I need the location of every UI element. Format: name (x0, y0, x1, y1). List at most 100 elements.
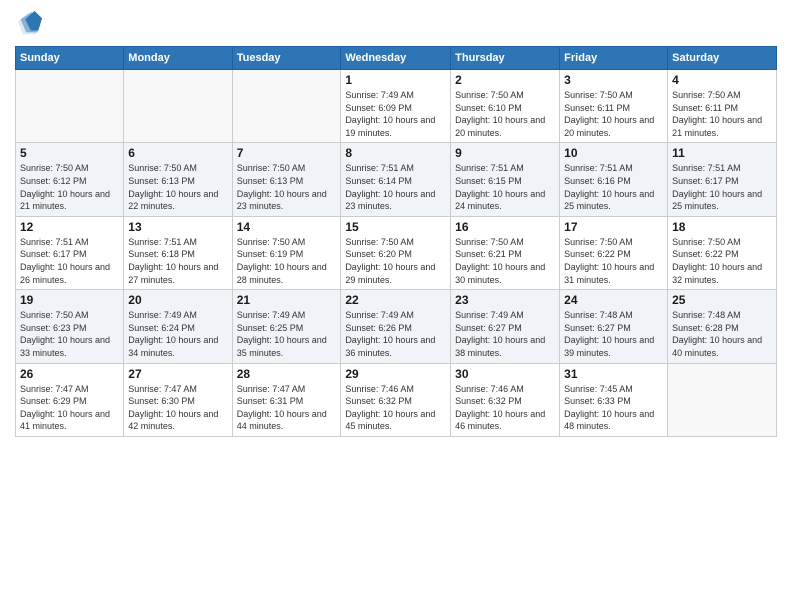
header-saturday: Saturday (668, 47, 777, 70)
day-number: 30 (455, 367, 555, 381)
day-info: Sunrise: 7:49 AMSunset: 6:25 PMDaylight:… (237, 309, 337, 359)
day-info: Sunrise: 7:50 AMSunset: 6:21 PMDaylight:… (455, 236, 555, 286)
day-number: 1 (345, 73, 446, 87)
day-info: Sunrise: 7:51 AMSunset: 6:14 PMDaylight:… (345, 162, 446, 212)
calendar-cell: 19 Sunrise: 7:50 AMSunset: 6:23 PMDayligh… (16, 290, 124, 363)
day-info: Sunrise: 7:51 AMSunset: 6:17 PMDaylight:… (20, 236, 119, 286)
day-number: 19 (20, 293, 119, 307)
day-number: 14 (237, 220, 337, 234)
day-number: 9 (455, 146, 555, 160)
calendar-page: Sunday Monday Tuesday Wednesday Thursday… (0, 0, 792, 612)
logo (15, 10, 47, 38)
day-info: Sunrise: 7:49 AMSunset: 6:09 PMDaylight:… (345, 89, 446, 139)
day-number: 5 (20, 146, 119, 160)
calendar-cell: 27 Sunrise: 7:47 AMSunset: 6:30 PMDayligh… (124, 363, 232, 436)
calendar-cell: 6 Sunrise: 7:50 AMSunset: 6:13 PMDaylight… (124, 143, 232, 216)
calendar-week-row: 5 Sunrise: 7:50 AMSunset: 6:12 PMDaylight… (16, 143, 777, 216)
calendar-cell (668, 363, 777, 436)
header (15, 10, 777, 38)
day-info: Sunrise: 7:51 AMSunset: 6:18 PMDaylight:… (128, 236, 227, 286)
day-info: Sunrise: 7:45 AMSunset: 6:33 PMDaylight:… (564, 383, 663, 433)
day-number: 2 (455, 73, 555, 87)
day-number: 8 (345, 146, 446, 160)
calendar-week-row: 1 Sunrise: 7:49 AMSunset: 6:09 PMDaylight… (16, 70, 777, 143)
day-number: 11 (672, 146, 772, 160)
day-number: 22 (345, 293, 446, 307)
calendar-cell: 9 Sunrise: 7:51 AMSunset: 6:15 PMDaylight… (451, 143, 560, 216)
header-friday: Friday (560, 47, 668, 70)
day-number: 31 (564, 367, 663, 381)
header-sunday: Sunday (16, 47, 124, 70)
day-number: 28 (237, 367, 337, 381)
calendar-cell (232, 70, 341, 143)
calendar-cell: 31 Sunrise: 7:45 AMSunset: 6:33 PMDayligh… (560, 363, 668, 436)
calendar-cell: 11 Sunrise: 7:51 AMSunset: 6:17 PMDayligh… (668, 143, 777, 216)
day-number: 7 (237, 146, 337, 160)
day-info: Sunrise: 7:51 AMSunset: 6:15 PMDaylight:… (455, 162, 555, 212)
day-info: Sunrise: 7:46 AMSunset: 6:32 PMDaylight:… (455, 383, 555, 433)
day-number: 16 (455, 220, 555, 234)
day-number: 3 (564, 73, 663, 87)
calendar-cell: 28 Sunrise: 7:47 AMSunset: 6:31 PMDayligh… (232, 363, 341, 436)
calendar-cell: 30 Sunrise: 7:46 AMSunset: 6:32 PMDayligh… (451, 363, 560, 436)
calendar-cell: 25Sunrise: 7:48 AMSunset: 6:28 PMDayligh… (668, 290, 777, 363)
header-thursday: Thursday (451, 47, 560, 70)
day-info: Sunrise: 7:50 AMSunset: 6:20 PMDaylight:… (345, 236, 446, 286)
day-number: 27 (128, 367, 227, 381)
calendar-cell: 26 Sunrise: 7:47 AMSunset: 6:29 PMDayligh… (16, 363, 124, 436)
day-number: 6 (128, 146, 227, 160)
day-info: Sunrise: 7:49 AMSunset: 6:24 PMDaylight:… (128, 309, 227, 359)
logo-icon (15, 10, 43, 38)
calendar-cell: 29 Sunrise: 7:46 AMSunset: 6:32 PMDayligh… (341, 363, 451, 436)
day-info: Sunrise: 7:51 AMSunset: 6:16 PMDaylight:… (564, 162, 663, 212)
day-number: 25 (672, 293, 772, 307)
calendar-cell: 7 Sunrise: 7:50 AMSunset: 6:13 PMDaylight… (232, 143, 341, 216)
day-info: Sunrise: 7:50 AMSunset: 6:22 PMDaylight:… (672, 236, 772, 286)
calendar-cell: 17Sunrise: 7:50 AMSunset: 6:22 PMDayligh… (560, 216, 668, 289)
day-info: Sunrise: 7:46 AMSunset: 6:32 PMDaylight:… (345, 383, 446, 433)
calendar-cell: 20 Sunrise: 7:49 AMSunset: 6:24 PMDayligh… (124, 290, 232, 363)
day-info: Sunrise: 7:50 AMSunset: 6:12 PMDaylight:… (20, 162, 119, 212)
day-number: 13 (128, 220, 227, 234)
day-number: 20 (128, 293, 227, 307)
day-number: 12 (20, 220, 119, 234)
day-number: 24 (564, 293, 663, 307)
calendar-cell: 24Sunrise: 7:48 AMSunset: 6:27 PMDayligh… (560, 290, 668, 363)
calendar-table: Sunday Monday Tuesday Wednesday Thursday… (15, 46, 777, 437)
day-info: Sunrise: 7:47 AMSunset: 6:31 PMDaylight:… (237, 383, 337, 433)
calendar-cell: 22 Sunrise: 7:49 AMSunset: 6:26 PMDayligh… (341, 290, 451, 363)
calendar-cell: 21Sunrise: 7:49 AMSunset: 6:25 PMDayligh… (232, 290, 341, 363)
calendar-week-row: 12 Sunrise: 7:51 AMSunset: 6:17 PMDayligh… (16, 216, 777, 289)
calendar-cell: 23Sunrise: 7:49 AMSunset: 6:27 PMDayligh… (451, 290, 560, 363)
day-number: 29 (345, 367, 446, 381)
day-number: 17 (564, 220, 663, 234)
day-info: Sunrise: 7:50 AMSunset: 6:11 PMDaylight:… (672, 89, 772, 139)
day-number: 10 (564, 146, 663, 160)
calendar-cell: 15 Sunrise: 7:50 AMSunset: 6:20 PMDayligh… (341, 216, 451, 289)
calendar-cell (124, 70, 232, 143)
day-number: 26 (20, 367, 119, 381)
header-tuesday: Tuesday (232, 47, 341, 70)
calendar-cell: 4Sunrise: 7:50 AMSunset: 6:11 PMDaylight… (668, 70, 777, 143)
day-info: Sunrise: 7:47 AMSunset: 6:29 PMDaylight:… (20, 383, 119, 433)
calendar-cell: 12 Sunrise: 7:51 AMSunset: 6:17 PMDayligh… (16, 216, 124, 289)
day-info: Sunrise: 7:50 AMSunset: 6:13 PMDaylight:… (237, 162, 337, 212)
header-monday: Monday (124, 47, 232, 70)
day-info: Sunrise: 7:50 AMSunset: 6:11 PMDaylight:… (564, 89, 663, 139)
day-info: Sunrise: 7:50 AMSunset: 6:13 PMDaylight:… (128, 162, 227, 212)
day-info: Sunrise: 7:50 AMSunset: 6:19 PMDaylight:… (237, 236, 337, 286)
calendar-week-row: 26 Sunrise: 7:47 AMSunset: 6:29 PMDayligh… (16, 363, 777, 436)
calendar-cell: 13 Sunrise: 7:51 AMSunset: 6:18 PMDayligh… (124, 216, 232, 289)
calendar-cell: 8 Sunrise: 7:51 AMSunset: 6:14 PMDaylight… (341, 143, 451, 216)
calendar-cell: 3 Sunrise: 7:50 AMSunset: 6:11 PMDaylight… (560, 70, 668, 143)
weekday-header-row: Sunday Monday Tuesday Wednesday Thursday… (16, 47, 777, 70)
calendar-cell: 5 Sunrise: 7:50 AMSunset: 6:12 PMDaylight… (16, 143, 124, 216)
day-info: Sunrise: 7:49 AMSunset: 6:26 PMDaylight:… (345, 309, 446, 359)
day-info: Sunrise: 7:47 AMSunset: 6:30 PMDaylight:… (128, 383, 227, 433)
calendar-cell: 18Sunrise: 7:50 AMSunset: 6:22 PMDayligh… (668, 216, 777, 289)
calendar-week-row: 19 Sunrise: 7:50 AMSunset: 6:23 PMDayligh… (16, 290, 777, 363)
calendar-cell: 1 Sunrise: 7:49 AMSunset: 6:09 PMDaylight… (341, 70, 451, 143)
day-info: Sunrise: 7:50 AMSunset: 6:23 PMDaylight:… (20, 309, 119, 359)
day-number: 15 (345, 220, 446, 234)
day-info: Sunrise: 7:51 AMSunset: 6:17 PMDaylight:… (672, 162, 772, 212)
